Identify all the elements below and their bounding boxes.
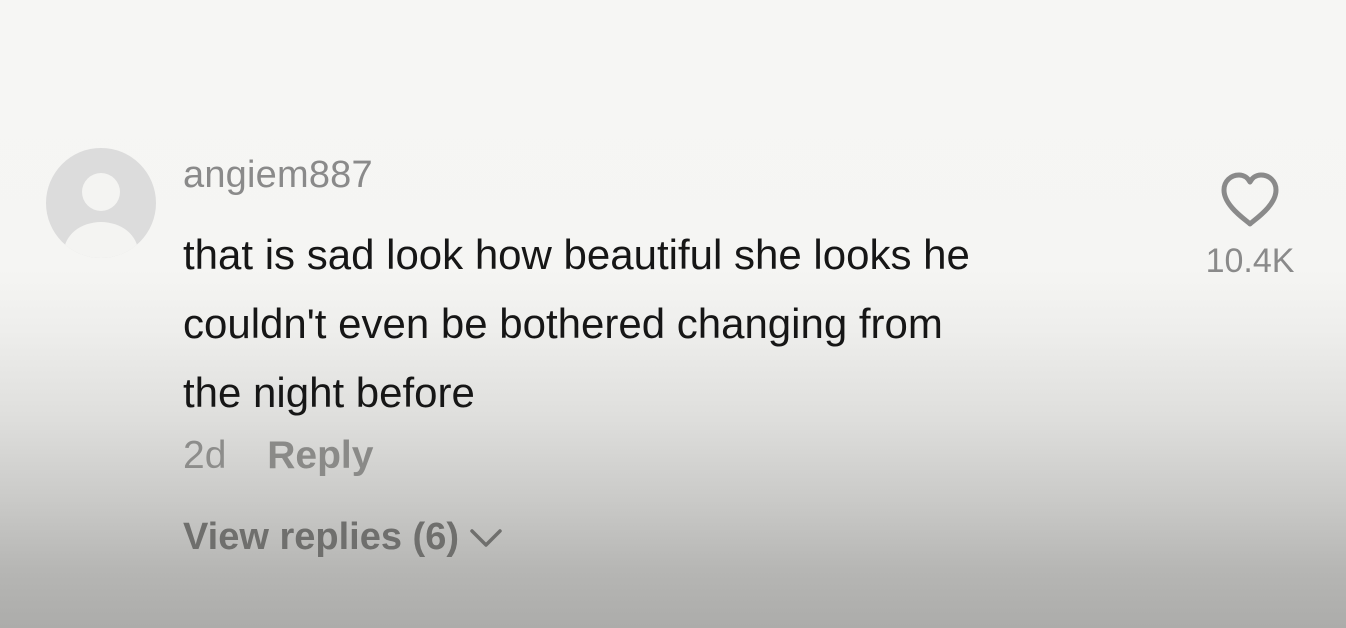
comment-text-line: couldn't even be bothered changing from	[183, 300, 943, 347]
default-avatar-icon[interactable]	[46, 148, 156, 258]
heart-icon[interactable]	[1218, 170, 1282, 230]
comment-meta: 2d Reply	[183, 434, 373, 478]
reply-button[interactable]: Reply	[267, 434, 373, 477]
like-control: 10.4K	[1190, 170, 1310, 281]
comment-timestamp: 2d	[183, 434, 227, 477]
comment-text-line: that is sad look how beautiful she looks…	[183, 231, 970, 278]
comment-username[interactable]: angiem887	[183, 154, 373, 197]
comment-text: that is sad look how beautiful she looks…	[183, 220, 1143, 427]
chevron-down-icon	[470, 528, 502, 547]
avatar-head-shape	[82, 173, 120, 211]
comment-text-line: the night before	[183, 369, 475, 416]
comment-item: angiem887 that is sad look how beautiful…	[0, 0, 1346, 628]
avatar-shoulders-shape	[64, 222, 138, 258]
view-replies-label: View replies (6)	[183, 516, 459, 558]
view-replies-button[interactable]: View replies (6)	[183, 516, 503, 559]
like-count: 10.4K	[1205, 242, 1295, 280]
